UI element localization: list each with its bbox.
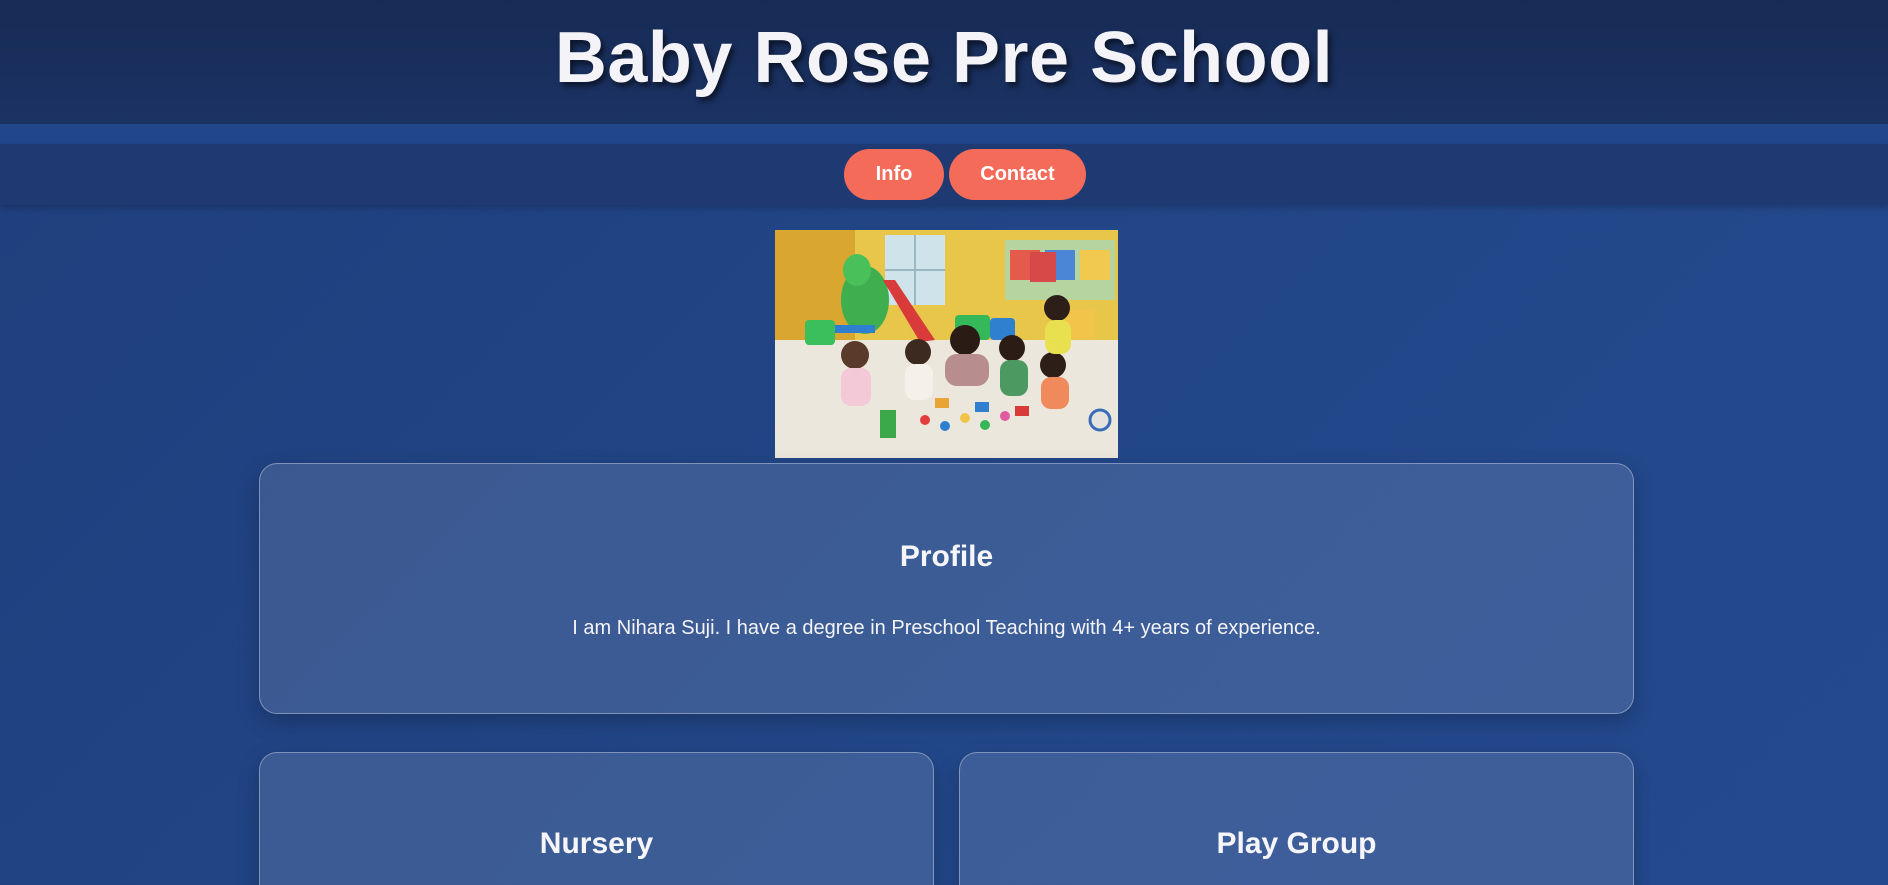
nav-bar: Info Contact xyxy=(0,144,1888,205)
nursery-card: Nursery xyxy=(259,752,934,885)
profile-heading: Profile xyxy=(899,540,994,573)
site-title: Baby Rose Pre School xyxy=(554,18,1334,98)
info-button[interactable]: Info xyxy=(844,149,944,200)
header-divider xyxy=(0,124,1888,144)
classroom-image xyxy=(775,230,1118,458)
contact-button[interactable]: Contact xyxy=(949,149,1086,200)
profile-text: I am Nihara Suji. I have a degree in Pre… xyxy=(572,617,1321,639)
site-header: Baby Rose Pre School xyxy=(0,0,1888,124)
play-group-card: Play Group xyxy=(959,752,1634,885)
profile-card: Profile I am Nihara Suji. I have a degre… xyxy=(259,463,1634,714)
nursery-heading: Nursery xyxy=(539,827,654,860)
play-group-heading: Play Group xyxy=(1216,827,1377,860)
